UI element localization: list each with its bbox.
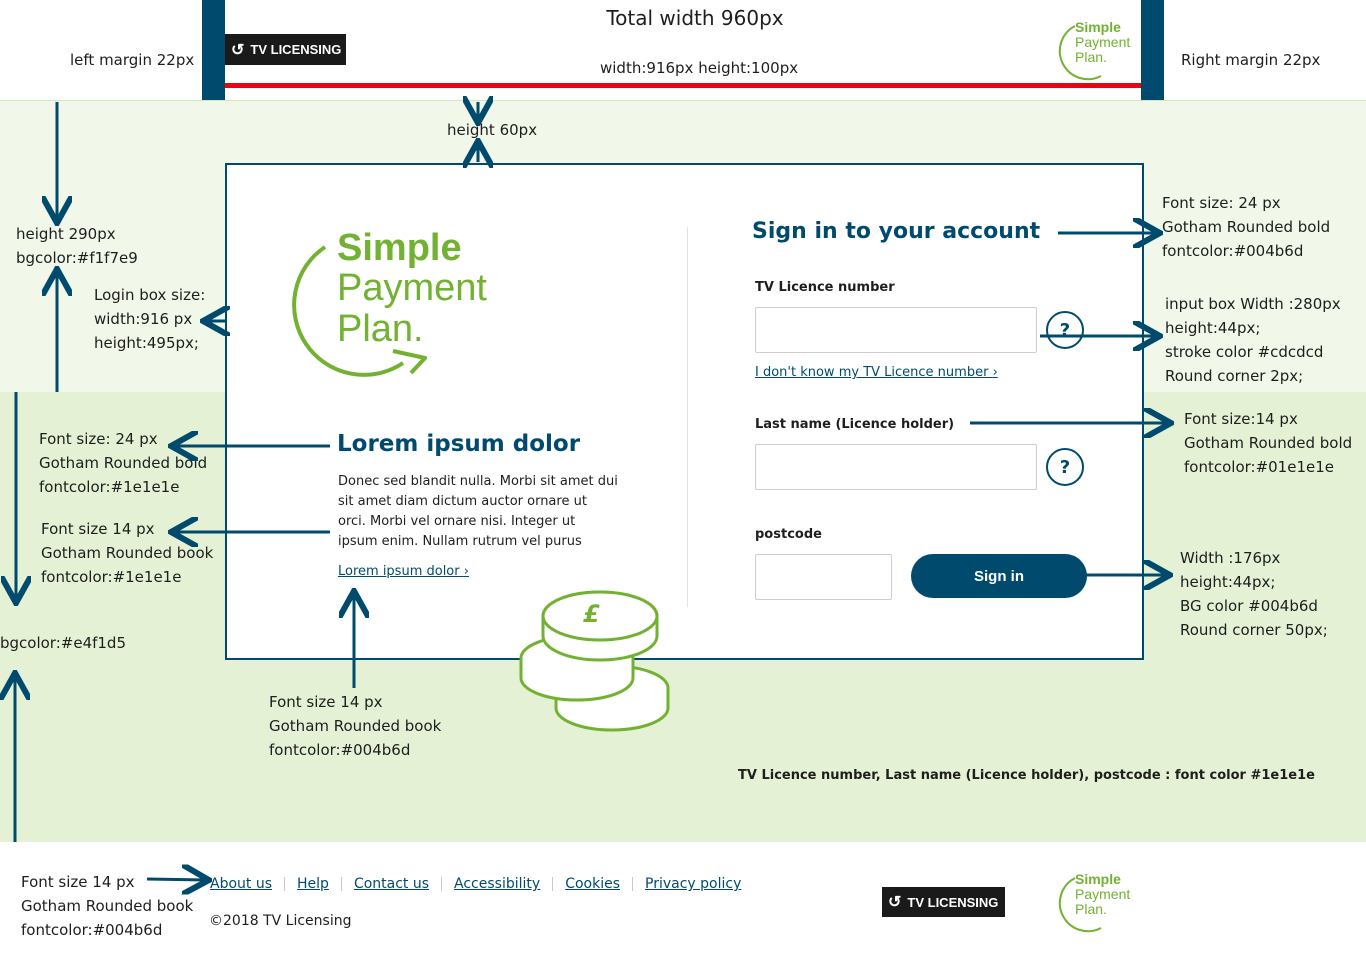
- postcode-label: postcode: [755, 527, 822, 542]
- footer-link-help[interactable]: Help: [297, 876, 329, 892]
- label-color-note: TV Licence number, Last name (Licence ho…: [738, 768, 1315, 783]
- label-font-note: Font size:14 px Gotham Rounded bold font…: [1184, 410, 1353, 476]
- footer-link-accessibility[interactable]: Accessibility: [454, 876, 540, 892]
- promo-link-text: Lorem ipsum dolor: [338, 564, 460, 579]
- chevron-right-icon: ›: [992, 365, 998, 380]
- forgot-licence-link-text: I don't know my TV Licence number: [755, 365, 989, 380]
- spp-logo-large: Simple Payment Plan.: [283, 223, 523, 393]
- coins-illustration: £: [515, 588, 675, 738]
- spp-word-plan: Plan.: [1075, 49, 1107, 65]
- licence-check-icon: ↺: [231, 41, 245, 59]
- footer-link-privacy[interactable]: Privacy policy: [645, 876, 741, 892]
- form-title: Sign in to your account: [752, 219, 1041, 244]
- login-box-size-note: Login box size: width:916 px height:495p…: [94, 286, 206, 352]
- spp-large-payment: Payment: [337, 267, 487, 309]
- last-name-input[interactable]: [755, 444, 1037, 490]
- band-height-note: height 290px bgcolor:#f1f7e9: [16, 225, 138, 267]
- tv-licensing-logo-text: TV LICENSING: [250, 42, 342, 57]
- footer-copyright: ©2018 TV Licensing: [209, 913, 352, 929]
- left-margin-note: left margin 22px: [70, 51, 195, 69]
- promo-link-font-note: Font size 14 px Gotham Rounded book font…: [269, 693, 442, 759]
- spp-large-simple: Simple: [337, 227, 462, 269]
- footer-separator: [340, 876, 342, 891]
- footer-link-cookies[interactable]: Cookies: [565, 876, 620, 892]
- footer-nav: About us Help Contact us Accessibility Cooki…: [210, 873, 741, 892]
- left-margin-bar: [202, 0, 225, 100]
- footer-separator: [441, 876, 443, 891]
- spp-word-plan: Plan.: [1075, 901, 1107, 917]
- licence-number-label: TV Licence number: [755, 280, 895, 295]
- chevron-right-icon: ›: [463, 564, 469, 579]
- footer-separator: [552, 876, 554, 891]
- licence-check-icon: ↺: [888, 894, 902, 911]
- promo-heading: Lorem ipsum dolor: [337, 431, 581, 457]
- last-name-label: Last name (Licence holder): [755, 417, 955, 432]
- footer-separator: [284, 876, 286, 891]
- spp-word-simple: Simple: [1075, 19, 1121, 35]
- height-60-note: height 60px: [447, 121, 538, 139]
- total-width-note: Total width 960px: [606, 6, 784, 30]
- footer-tv-licensing-logo-text: TV LICENSING: [907, 894, 999, 910]
- promo-heading-font-note: Font size: 24 px Gotham Rounded bold fon…: [39, 430, 208, 496]
- promo-link[interactable]: Lorem ipsum dolor ›: [338, 564, 469, 579]
- footer-link-about[interactable]: About us: [210, 876, 272, 892]
- spp-word-payment: Payment: [1075, 34, 1131, 50]
- spp-word-simple: Simple: [1075, 871, 1121, 887]
- button-spec-note: Width :176px height:44px; BG color #004b…: [1180, 549, 1328, 639]
- pound-symbol: £: [583, 600, 600, 628]
- form-title-font-note: Font size: 24 px Gotham Rounded bold fon…: [1162, 194, 1331, 260]
- promo-body-font-note: Font size 14 px Gotham Rounded book font…: [41, 520, 214, 586]
- licence-help-icon[interactable]: ?: [1046, 311, 1084, 349]
- footer-tv-licensing-logo[interactable]: ↺ TV LICENSING: [882, 887, 1005, 917]
- spp-logo-header[interactable]: Simple Payment Plan.: [1055, 18, 1145, 82]
- right-margin-note: Right margin 22px: [1181, 51, 1321, 69]
- last-name-help-icon[interactable]: ?: [1046, 448, 1084, 486]
- sign-in-button[interactable]: Sign in: [911, 554, 1087, 598]
- header-red-rule: [225, 83, 1141, 88]
- forgot-licence-link[interactable]: I don't know my TV Licence number ›: [755, 365, 998, 380]
- postcode-input[interactable]: [755, 554, 892, 600]
- column-divider: [687, 227, 688, 607]
- footer-separator: [632, 876, 633, 891]
- footer-spp-logo[interactable]: Simple Payment Plan.: [1055, 870, 1145, 934]
- spp-word-payment: Payment: [1075, 886, 1131, 902]
- promo-body: Donec sed blandit nulla. Morbi sit amet …: [338, 474, 618, 549]
- footer-link-contact[interactable]: Contact us: [354, 876, 429, 892]
- input-box-spec-note: input box Width :280px height:44px; stro…: [1165, 295, 1341, 385]
- band-color-note: bgcolor:#e4f1d5: [0, 634, 126, 652]
- header-size-note: width:916px height:100px: [600, 59, 799, 77]
- tv-licensing-logo[interactable]: ↺ TV LICENSING: [225, 34, 346, 65]
- login-box: Simple Payment Plan. Lorem ipsum dolor D…: [225, 163, 1144, 660]
- footer-font-note: Font size 14 px Gotham Rounded book font…: [21, 873, 194, 939]
- licence-number-input[interactable]: [755, 307, 1037, 353]
- spp-large-plan: Plan.: [337, 308, 424, 350]
